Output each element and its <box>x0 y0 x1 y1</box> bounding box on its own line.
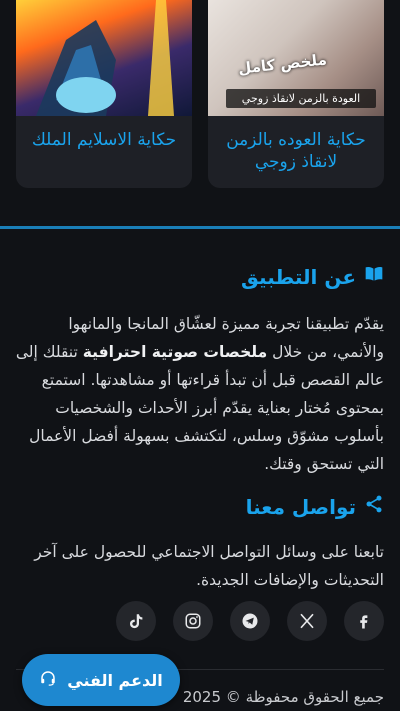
series-cover-image: ملخص كامل العودة بالزمن لانقاذ زوجي <box>208 0 384 116</box>
section-divider <box>0 226 400 229</box>
cover-overlay-text: العودة بالزمن لانقاذ زوجي <box>226 89 376 108</box>
about-text: يقدّم تطبيقنا تجربة مميزة لعشّاق المانجا… <box>14 310 384 478</box>
series-card[interactable]: ملخص كامل العودة بالزمن لانقاذ زوجي حكاي… <box>208 0 384 188</box>
tiktok-icon <box>130 614 143 629</box>
series-cover-image <box>16 0 192 116</box>
contact-heading-text: تواصل معنا <box>245 494 356 519</box>
instagram-icon <box>185 613 201 629</box>
series-card-title[interactable]: حكاية الاسلايم الملك <box>16 116 192 151</box>
cover-art <box>36 0 174 116</box>
telegram-icon <box>242 613 258 629</box>
share-icon <box>364 494 384 519</box>
book-icon <box>364 264 384 289</box>
about-text-highlight: ملخصات صوتية احترافية <box>82 343 268 361</box>
about-text-part: تنقلك إلى عالم القصص قبل أن تبدأ قراءتها… <box>15 343 384 473</box>
instagram-link[interactable] <box>173 601 213 641</box>
cover-stamp: ملخص كامل <box>237 50 328 78</box>
x-link[interactable] <box>287 601 327 641</box>
support-button-label: الدعم الفني <box>67 670 163 690</box>
x-icon <box>300 613 314 629</box>
series-card-title[interactable]: حكاية العوده بالزمن لانقاذ زوجي <box>208 116 384 173</box>
telegram-link[interactable] <box>230 601 270 641</box>
contact-heading: تواصل معنا <box>246 494 384 519</box>
headset-icon <box>39 669 57 691</box>
tiktok-link[interactable] <box>116 601 156 641</box>
copyright-text: جميع الحقوق محفوظة © 2025 <box>182 688 384 706</box>
series-card[interactable]: حكاية الاسلايم الملك <box>16 0 192 188</box>
facebook-icon <box>360 615 368 629</box>
facebook-link[interactable] <box>344 601 384 641</box>
about-heading-text: عن التطبيق <box>241 264 356 289</box>
series-cards: ملخص كامل العودة بالزمن لانقاذ زوجي حكاي… <box>0 0 400 210</box>
contact-text: تابعنا على وسائل التواصل الاجتماعي للحصو… <box>34 543 384 589</box>
social-links <box>16 601 384 641</box>
technical-support-button[interactable]: الدعم الفني <box>22 654 180 706</box>
about-heading: عن التطبيق <box>241 264 384 289</box>
